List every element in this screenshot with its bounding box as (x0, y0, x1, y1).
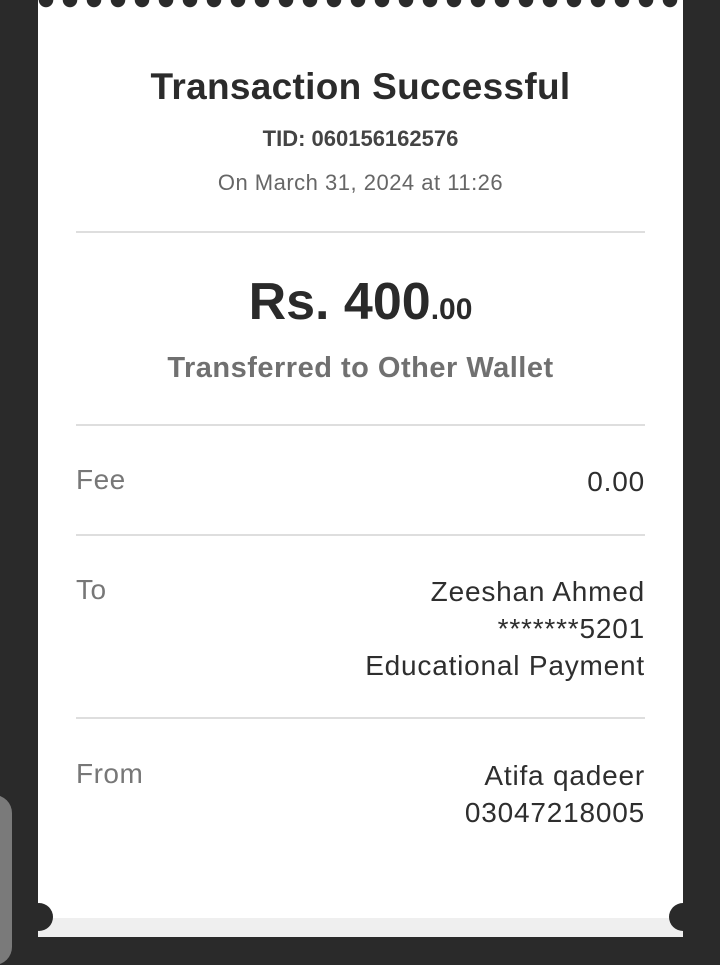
transaction-id: TID: 060156162576 (262, 126, 459, 151)
to-details: Zeeshan Ahmed *******5201 Educational Pa… (365, 573, 645, 684)
divider (76, 424, 645, 426)
receipt-card: Transaction Successful TID: 060156162576… (25, 0, 697, 937)
amount: Rs. 400.00 (38, 272, 683, 332)
fee-value: 0.00 (587, 466, 645, 497)
recipient-account: *******5201 (497, 613, 645, 644)
payment-purpose: Educational Payment (365, 650, 645, 681)
divider (76, 534, 645, 536)
divider (76, 231, 645, 233)
amount-decimal: .00 (430, 293, 473, 326)
fee-label: Fee (76, 464, 126, 495)
recipient-name: Zeeshan Ahmed (430, 576, 645, 607)
page-title: Transaction Successful (150, 66, 571, 107)
amount-main: Rs. 400 (248, 273, 431, 331)
side-panel-handle[interactable] (0, 795, 12, 965)
from-details: Atifa qadeer 03047218005 (465, 757, 645, 831)
sender-account: 03047218005 (464, 797, 645, 828)
receipt-scalloped-edge (38, 0, 683, 18)
receipt-notch-left (25, 903, 53, 931)
transaction-datetime: On March 31, 2024 at 11:26 (217, 170, 504, 195)
divider (76, 717, 645, 719)
transfer-type: Transferred to Other Wallet (167, 352, 554, 384)
sender-name: Atifa qadeer (484, 760, 645, 791)
from-label: From (76, 758, 144, 789)
receipt-notch-right (669, 903, 697, 931)
receipt-footer (38, 918, 683, 937)
to-label: To (76, 574, 107, 605)
